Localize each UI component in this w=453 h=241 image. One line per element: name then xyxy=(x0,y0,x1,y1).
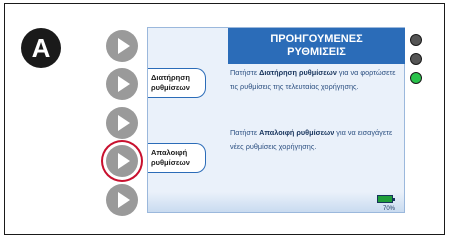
side-button-5[interactable] xyxy=(106,184,138,216)
step-badge: A xyxy=(21,28,61,68)
clear-settings-label-1: Απαλοιφή xyxy=(151,148,188,157)
indicator-light-3 xyxy=(410,72,422,84)
keep-settings-label-1: Διατήρηση xyxy=(151,73,190,82)
screen-footer xyxy=(148,192,404,212)
play-icon xyxy=(118,115,130,131)
screen-header: ΠΡΟΗΓΟΥΜΕΝΕΣ ΡΥΘΜΙΣΕΙΣ xyxy=(228,28,405,64)
battery-icon xyxy=(377,195,395,203)
clear-settings-instruction: Πατήστε Απαλοιφή ρυθμίσεων για να εισαγά… xyxy=(230,126,398,154)
keep-settings-instruction: Πατήστε Διατήρηση ρυθμίσεων για να φορτώ… xyxy=(230,66,398,94)
header-line-2: ΡΥΘΜΙΣΕΙΣ xyxy=(287,46,346,58)
instruction-1-pre: Πατήστε xyxy=(230,68,260,77)
play-icon xyxy=(118,192,130,208)
clear-settings-tab[interactable]: Απαλοιφή ρυθμίσεων xyxy=(148,143,206,173)
side-button-2[interactable] xyxy=(106,68,138,100)
instruction-2-pre: Πατήστε xyxy=(230,128,260,137)
side-button-4-selected[interactable] xyxy=(106,145,138,177)
keep-settings-tab[interactable]: Διατήρηση ρυθμίσεων xyxy=(148,68,206,98)
indicator-light-1 xyxy=(410,34,422,46)
side-button-3[interactable] xyxy=(106,107,138,139)
play-icon xyxy=(118,38,130,54)
keep-settings-label-2: ρυθμίσεων xyxy=(151,83,190,92)
play-icon xyxy=(118,76,130,92)
header-line-1: ΠΡΟΗΓΟΥΜΕΝΕΣ xyxy=(270,33,363,45)
indicator-light-2 xyxy=(410,53,422,65)
device-screen: ΠΡΟΗΓΟΥΜΕΝΕΣ ΡΥΘΜΙΣΕΙΣ Διατήρηση ρυθμίσε… xyxy=(147,27,405,213)
step-letter: A xyxy=(31,32,51,63)
side-button-1[interactable] xyxy=(106,30,138,62)
instruction-2-bold: Απαλοιφή ρυθμίσεων xyxy=(259,128,335,137)
instruction-1-bold: Διατήρηση ρυθμίσεων xyxy=(259,68,337,77)
battery-percent: 70% xyxy=(382,206,395,212)
clear-settings-label-2: ρυθμίσεων xyxy=(151,158,190,167)
play-icon xyxy=(118,153,130,169)
